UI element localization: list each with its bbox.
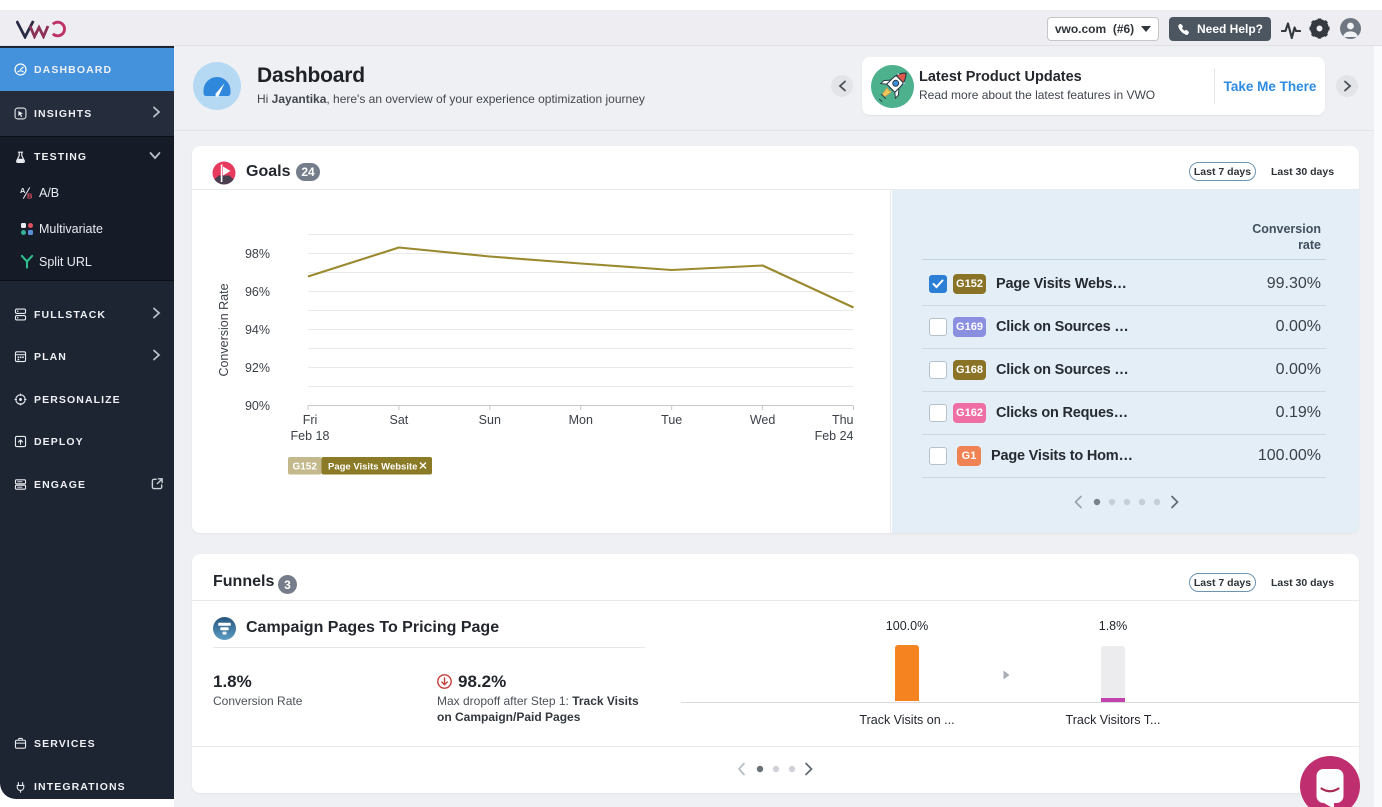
svg-text:Wed: Wed — [750, 413, 776, 427]
svg-text:Mon: Mon — [569, 413, 593, 427]
svg-text:94%: 94% — [245, 323, 270, 337]
svg-text:Thu: Thu — [832, 413, 854, 427]
svg-text:B: B — [27, 191, 33, 199]
svg-text:90%: 90% — [245, 399, 270, 413]
svg-text:Sun: Sun — [479, 413, 501, 427]
svg-text:A: A — [20, 186, 26, 195]
svg-text:Page Visits Website: Page Visits Website — [328, 462, 417, 473]
svg-text:Conversion Rate: Conversion Rate — [217, 283, 231, 376]
svg-text:Feb 18: Feb 18 — [291, 429, 330, 443]
svg-text:96%: 96% — [245, 285, 270, 299]
svg-text:Tue: Tue — [661, 413, 682, 427]
svg-text:92%: 92% — [245, 361, 270, 375]
svg-text:Feb 24: Feb 24 — [815, 429, 854, 443]
svg-text:98%: 98% — [245, 247, 270, 261]
svg-text:Sat: Sat — [390, 413, 409, 427]
svg-text:G152: G152 — [292, 462, 317, 473]
svg-text:Fri: Fri — [303, 413, 318, 427]
